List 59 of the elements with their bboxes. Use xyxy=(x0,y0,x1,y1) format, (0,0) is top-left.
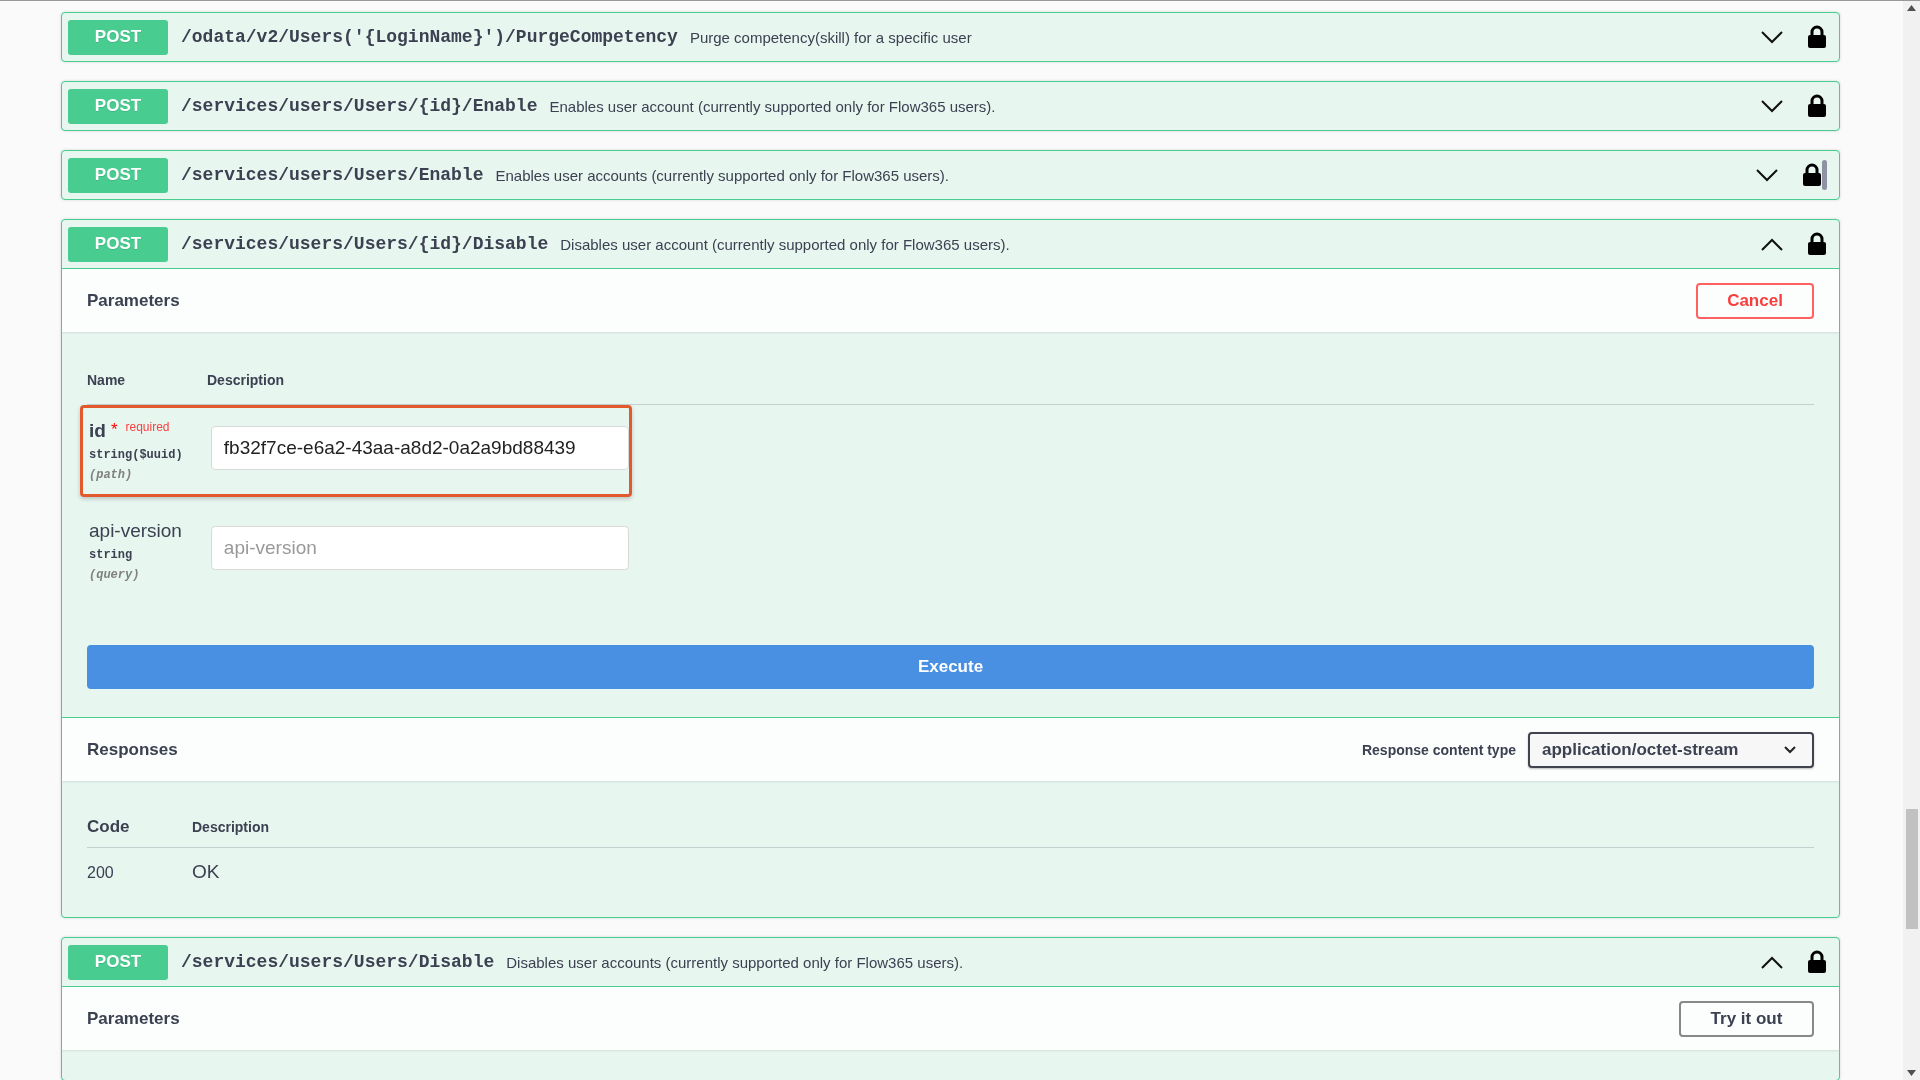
scroll-down-arrow-icon[interactable] xyxy=(1907,1070,1916,1076)
lock-icon[interactable] xyxy=(1807,94,1827,118)
column-header: Description xyxy=(207,372,284,388)
parameter-input[interactable]: api-version xyxy=(210,526,629,570)
chevron-down-icon[interactable] xyxy=(1761,99,1783,113)
method-badge: POST xyxy=(68,19,168,55)
lock-icon[interactable] xyxy=(1802,163,1822,187)
section-title: Responses xyxy=(87,739,178,760)
endpoint-path: /services/users/Users/{id}/Enable xyxy=(181,96,538,116)
column-header: Description xyxy=(192,819,269,835)
endpoint-summary: Enables user account (currently supported only for Flow365 users). xyxy=(549,97,996,115)
lock-icon[interactable] xyxy=(1807,25,1827,49)
operation-header[interactable]: POST /services/users/Users/{id}/Enable Enables user account (currently supported only for Flow365 users). xyxy=(62,82,1839,130)
method-badge: POST xyxy=(68,944,168,980)
chevron-down-icon[interactable] xyxy=(1756,168,1778,182)
endpoint-path: /odata/v2/Users('{LoginName}')/PurgeCompetency xyxy=(181,27,678,47)
chevron-down-icon[interactable] xyxy=(1784,745,1796,754)
endpoint-summary: Disables user accounts (currently supported only for Flow365 users). xyxy=(506,953,964,971)
parameter-name: api-version xyxy=(89,520,182,542)
method-badge: POST xyxy=(68,88,168,124)
operation-header[interactable]: POST /services/users/Users/{id}/Disable Disables user account (currently supported only for Flow365 users). xyxy=(62,220,1839,268)
parameter-type: string xyxy=(89,548,134,562)
response-code: 200 xyxy=(87,864,115,882)
parameter-location: (query) xyxy=(89,568,141,582)
scrollbar[interactable] xyxy=(1903,1,1920,1080)
parameter-type: string($uuid) xyxy=(89,448,184,462)
column-header: Code xyxy=(87,817,131,837)
parameter-name: id xyxy=(89,420,106,442)
method-badge: POST xyxy=(68,157,168,193)
chevron-up-icon[interactable] xyxy=(1761,955,1783,969)
endpoint-path: /services/users/Users/Enable xyxy=(181,165,484,185)
endpoint-summary: Enables user accounts (currently supported only for Flow365 users). xyxy=(495,166,949,184)
resize-handle[interactable] xyxy=(1822,160,1827,190)
section-title: Parameters xyxy=(87,290,180,311)
operation-header[interactable]: POST /services/users/Users/Disable Disables user accounts (currently supported only for Flow365 users). xyxy=(62,938,1839,986)
endpoint-path: /services/users/Users/{id}/Disable xyxy=(181,234,549,254)
content-type-label: Response content type xyxy=(1361,741,1516,758)
chevron-up-icon[interactable] xyxy=(1761,237,1783,251)
parameter-input[interactable]: fb32f7ce-e6a2-43aa-a8d2-0a2a9bd88439 xyxy=(210,426,629,470)
try-it-out-button[interactable]: Try it out xyxy=(1679,1000,1814,1037)
cancel-button[interactable]: Cancel xyxy=(1696,282,1814,319)
operation-header[interactable]: POST /odata/v2/Users('{LoginName}')/PurgeCompetency Purge competency(skill) for a specific user xyxy=(62,13,1839,61)
scroll-up-arrow-icon[interactable] xyxy=(1907,5,1916,11)
lock-icon[interactable] xyxy=(1807,232,1827,256)
content-type-select[interactable]: application/octet-stream xyxy=(1528,731,1814,768)
column-header: Name xyxy=(87,372,127,388)
scrollbar-thumb[interactable] xyxy=(1906,809,1918,929)
operation-header[interactable]: POST /services/users/Users/Enable Enables user accounts (currently supported only for Flow365 users). xyxy=(62,151,1839,199)
method-badge: POST xyxy=(68,226,168,262)
chevron-down-icon[interactable] xyxy=(1761,30,1783,44)
section-title: Parameters xyxy=(87,1008,180,1029)
required-asterisk: * xyxy=(110,420,118,440)
endpoint-summary: Disables user account (currently supported only for Flow365 users). xyxy=(560,235,1010,253)
parameter-location: (path) xyxy=(89,468,134,482)
endpoint-summary: Purge competency(skill) for a specific user xyxy=(689,28,972,46)
required-label: required xyxy=(125,420,170,434)
lock-icon[interactable] xyxy=(1807,950,1827,974)
endpoint-path: /services/users/Users/Disable xyxy=(181,952,495,972)
response-description: OK xyxy=(192,861,220,883)
